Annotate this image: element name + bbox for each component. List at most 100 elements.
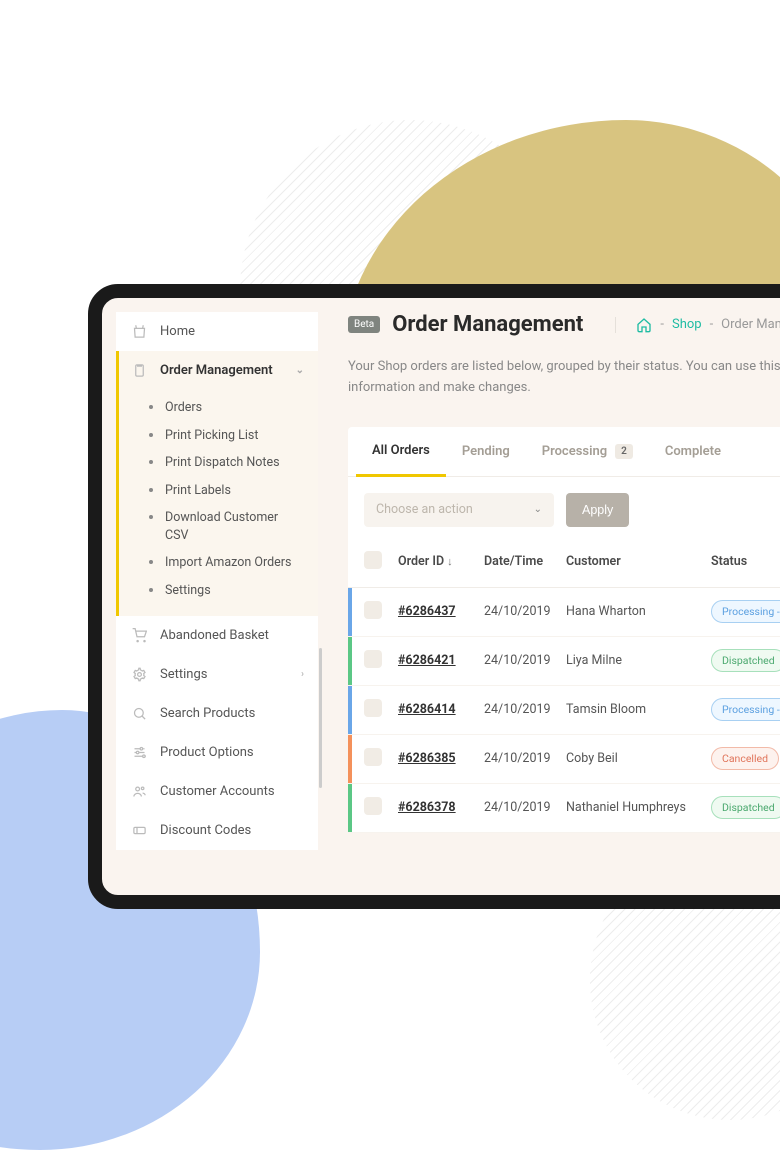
column-label: Date/Time — [484, 554, 543, 569]
order-id-link[interactable]: #6286437 — [398, 604, 456, 619]
row-checkbox[interactable] — [364, 699, 382, 717]
order-id-link[interactable]: #6286385 — [398, 751, 456, 766]
subnav-item-label: Print Dispatch Notes — [165, 454, 280, 472]
sidebar-scrollbar[interactable] — [319, 648, 322, 788]
status-bar — [348, 735, 352, 783]
sidebar-item-label: Product Options — [160, 745, 254, 760]
tab-all-orders[interactable]: All Orders — [356, 427, 446, 477]
sidebar-item-label: Home — [160, 324, 195, 339]
bullet-icon — [149, 560, 153, 564]
order-date: 24/10/2019 — [484, 653, 566, 668]
table-row[interactable]: #628637824/10/2019Nathaniel HumphreysDis… — [348, 784, 780, 833]
status-badge: Processing - P — [711, 600, 780, 623]
breadcrumb-sep: - — [660, 317, 664, 332]
chevron-right-icon: › — [301, 669, 304, 680]
sidebar-item-label: Settings — [160, 667, 207, 682]
tab-label: Complete — [665, 444, 721, 459]
select-placeholder: Choose an action — [376, 502, 473, 517]
order-id-link[interactable]: #6286421 — [398, 653, 456, 668]
tab-label: Pending — [462, 444, 510, 459]
subnav-item-import-amazon-orders[interactable]: Import Amazon Orders — [119, 549, 318, 577]
row-checkbox[interactable] — [364, 797, 382, 815]
page-header: Beta Order Management - Shop - Order Man… — [348, 312, 780, 337]
breadcrumb-shop-link[interactable]: Shop — [672, 317, 702, 332]
sidebar-item-label: Customer Accounts — [160, 784, 275, 799]
subnav-item-print-picking-list[interactable]: Print Picking List — [119, 422, 318, 450]
order-id-link[interactable]: #6286378 — [398, 800, 456, 815]
ticket-icon — [130, 823, 148, 838]
sidebar-item-order-management[interactable]: Order Management ⌄ — [116, 351, 318, 390]
bullet-icon — [149, 588, 153, 592]
tab-complete[interactable]: Complete — [649, 427, 737, 476]
row-checkbox[interactable] — [364, 650, 382, 668]
row-checkbox[interactable] — [364, 601, 382, 619]
col-order-id[interactable]: Order ID↓ — [398, 554, 484, 569]
col-date[interactable]: Date/Time — [484, 554, 566, 569]
status-bar — [348, 588, 352, 636]
gear-icon — [130, 667, 148, 682]
sidebar-item-product-options[interactable]: Product Options — [116, 733, 318, 772]
page-title: Order Management — [392, 312, 583, 337]
orders-panel: All Orders Pending Processing2 Complete … — [348, 427, 780, 833]
column-label: Customer — [566, 554, 621, 569]
status-badge: Dispatched — [711, 649, 780, 672]
col-customer[interactable]: Customer — [566, 554, 711, 569]
subnav-item-label: Print Picking List — [165, 427, 258, 445]
bullet-icon — [149, 515, 153, 519]
main-content: Beta Order Management - Shop - Order Man… — [348, 312, 780, 881]
sort-down-icon: ↓ — [447, 555, 453, 568]
bullet-icon — [149, 460, 153, 464]
bag-icon — [130, 324, 148, 339]
sidebar-item-home[interactable]: Home — [116, 312, 318, 351]
bullet-icon — [149, 405, 153, 409]
subnav-item-settings[interactable]: Settings — [119, 577, 318, 605]
sidebar-item-discount-codes[interactable]: Discount Codes — [116, 811, 318, 850]
order-customer: Nathaniel Humphreys — [566, 800, 711, 815]
table-row[interactable]: #6286421 24/10/2019Liya MilneDispatched — [348, 637, 780, 686]
column-label: Status — [711, 554, 747, 569]
table-row[interactable]: #628641424/10/2019Tamsin BloomProcessing… — [348, 686, 780, 735]
sidebar: Home Order Management ⌄ Orders Print Pic… — [116, 312, 318, 881]
sidebar-item-search-products[interactable]: Search Products — [116, 694, 318, 733]
subnav-item-orders[interactable]: Orders — [119, 394, 318, 422]
row-checkbox[interactable] — [364, 748, 382, 766]
tab-processing[interactable]: Processing2 — [526, 427, 649, 476]
sidebar-item-settings[interactable]: Settings › — [116, 655, 318, 694]
col-status[interactable]: Status — [711, 554, 780, 569]
subnav-item-print-labels[interactable]: Print Labels — [119, 477, 318, 505]
cart-icon — [130, 628, 148, 643]
sidebar-item-label: Order Management — [160, 363, 273, 378]
tab-pending[interactable]: Pending — [446, 427, 526, 476]
status-badge: Dispatched — [711, 796, 780, 819]
status-badge: Cancelled — [711, 747, 779, 770]
status-bar — [348, 637, 352, 685]
select-all-checkbox[interactable] — [364, 551, 382, 569]
breadcrumb-current: Order Management — [721, 317, 780, 332]
tab-label: All Orders — [372, 443, 430, 458]
table-row[interactable]: #628643724/10/2019Hana WhartonProcessing… — [348, 588, 780, 637]
apply-button[interactable]: Apply — [566, 493, 629, 527]
table-header: Order ID↓ Date/Time Customer Status — [348, 543, 780, 588]
order-date: 24/10/2019 — [484, 751, 566, 766]
breadcrumb-sep: - — [710, 317, 714, 332]
order-customer: Tamsin Bloom — [566, 702, 711, 717]
sidebar-item-customer-accounts[interactable]: Customer Accounts — [116, 772, 318, 811]
order-id-link[interactable]: #6286414 — [398, 702, 456, 717]
sidebar-submenu: Orders Print Picking List Print Dispatch… — [116, 390, 318, 616]
sidebar-item-abandoned-basket[interactable]: Abandoned Basket — [116, 616, 318, 655]
order-customer: Liya Milne — [566, 653, 711, 668]
bullet-icon — [149, 433, 153, 437]
tab-label: Processing — [542, 444, 607, 459]
home-icon[interactable] — [636, 317, 652, 333]
subnav-item-label: Print Labels — [165, 482, 231, 500]
subnav-item-download-customer-csv[interactable]: Download Customer CSV — [119, 504, 318, 549]
breadcrumb: - Shop - Order Management — [615, 317, 780, 333]
bulk-action-select[interactable]: Choose an action ⌄ — [364, 493, 554, 527]
search-icon — [130, 706, 148, 721]
table-row[interactable]: #628638524/10/2019Coby BeilCancelled — [348, 735, 780, 784]
order-date: 24/10/2019 — [484, 604, 566, 619]
subnav-item-label: Settings — [165, 582, 211, 600]
subnav-item-print-dispatch-notes[interactable]: Print Dispatch Notes — [119, 449, 318, 477]
chevron-down-icon: ⌄ — [534, 504, 542, 515]
status-badge: Processing - W — [711, 698, 780, 721]
